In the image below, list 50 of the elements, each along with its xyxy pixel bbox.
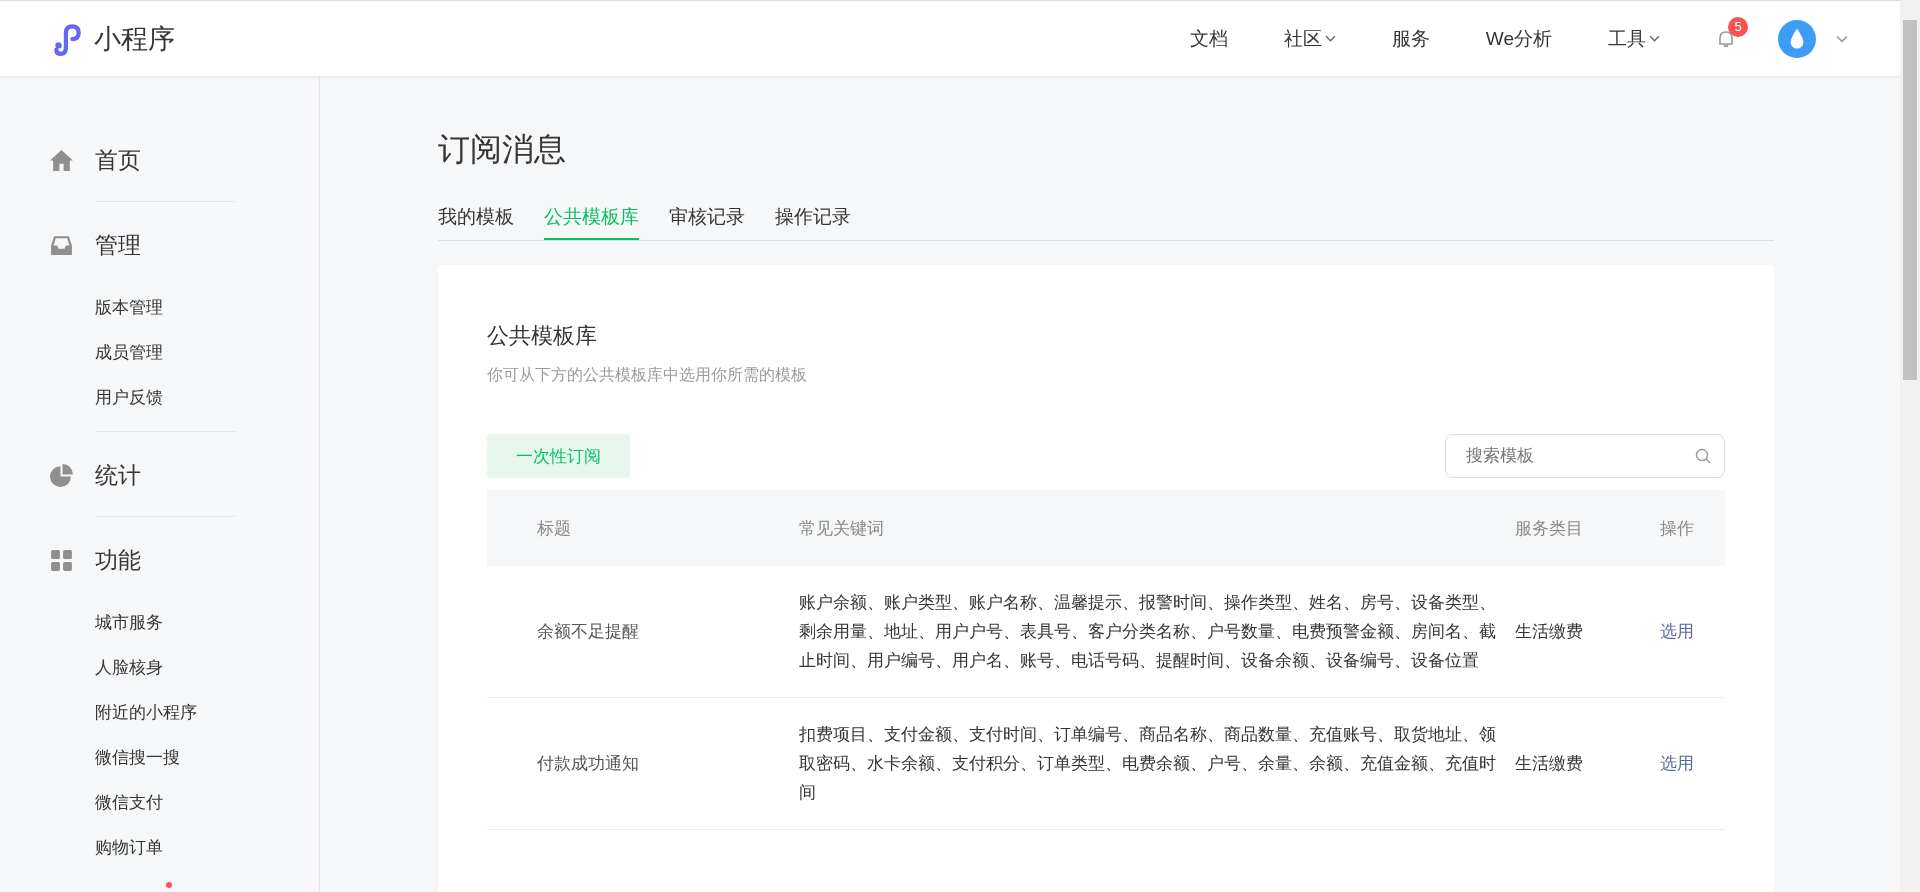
tab[interactable]: 我的模板: [438, 204, 514, 240]
sidebar-item[interactable]: 购物订单: [95, 836, 163, 859]
chevron-icon: [1324, 35, 1336, 42]
select-link[interactable]: 选用: [1660, 749, 1725, 778]
chevron-icon: [1649, 35, 1660, 42]
sidebar-item[interactable]: 版本管理: [95, 296, 163, 319]
card-title: 公共模板库: [487, 322, 598, 350]
table-cell-text: 账户余额、账户类型、账户名称、温馨提示、报警时间、操作类型、姓名、房号、设备类型、剩余用量、地址、用户户号、表具号、客户分类名称、户号数量、电费预警金额、房间名、截止时间、用户编号、用户名、账号、电话号码、提醒时间、设备余额、设备编号、设备位置: [799, 592, 1497, 671]
sidebar-section[interactable]: 管理: [95, 229, 141, 261]
column-header: 服务类目: [1515, 517, 1584, 540]
sidebar-item[interactable]: 成员管理: [95, 341, 163, 364]
notification-badge: 5: [1728, 16, 1748, 37]
search-icon: [1695, 448, 1711, 464]
sidebar-item[interactable]: 附近的小程序: [95, 701, 197, 724]
card-subtitle: 你可从下方的公共模板库中选用你所需的模板: [487, 365, 808, 385]
scrollbar[interactable]: [1900, 0, 1920, 892]
table-cell-text: 生活缴费: [1515, 753, 1584, 774]
avatar-icon[interactable]: [1778, 19, 1816, 58]
sidebar-section[interactable]: 首页: [95, 144, 141, 176]
sidebar-section[interactable]: 功能: [95, 544, 141, 576]
scrollbar-thumb[interactable]: [1903, 20, 1917, 380]
logo-text: 小程序: [94, 22, 175, 56]
sidebar-item[interactable]: 微信搜一搜: [95, 746, 180, 769]
table-cell-text: 生活缴费: [1515, 621, 1584, 642]
grid-icon: [49, 547, 74, 573]
table-cell-text: 付款成功通知: [536, 753, 640, 774]
select-link[interactable]: 选用: [1660, 617, 1725, 646]
column-header: 常见关键词: [799, 517, 885, 540]
page-title: 订阅消息: [438, 130, 567, 169]
sidebar-item[interactable]: 人脸核身: [95, 656, 163, 679]
search-field[interactable]: 搜索模板: [1445, 434, 1725, 478]
column-header: 标题: [536, 517, 572, 540]
nav-link[interactable]: 社区: [1283, 25, 1336, 52]
nav-link[interactable]: 文档: [1189, 25, 1228, 52]
sidebar-item[interactable]: 微信支付: [95, 791, 163, 814]
tab[interactable]: 操作记录: [775, 204, 851, 240]
pie-chart-icon: [49, 462, 74, 488]
nav-link[interactable]: 工具: [1608, 25, 1660, 52]
nav-link[interactable]: 服务: [1391, 25, 1430, 52]
tab[interactable]: 审核记录: [669, 204, 745, 240]
nav-link[interactable]: We分析: [1485, 25, 1552, 52]
sidebar-item[interactable]: 用户反馈: [95, 386, 163, 409]
table-cell-text: 余额不足提醒: [536, 621, 640, 642]
sidebar-item[interactable]: 城市服务: [95, 611, 163, 634]
sidebar-section[interactable]: 统计: [95, 459, 141, 491]
home-icon: [49, 147, 74, 173]
column-header: 操作: [1660, 517, 1695, 540]
bell-icon[interactable]: [1716, 28, 1736, 49]
table-cell-text: 扣费项目、支付金额、支付时间、订单编号、商品名称、商品数量、充值账号、取货地址、领取密码、水卡余额、支付积分、订单类型、电费余额、户号、余量、余额、充值金额、充值时间: [799, 724, 1497, 803]
chevron-icon[interactable]: [1836, 34, 1848, 43]
